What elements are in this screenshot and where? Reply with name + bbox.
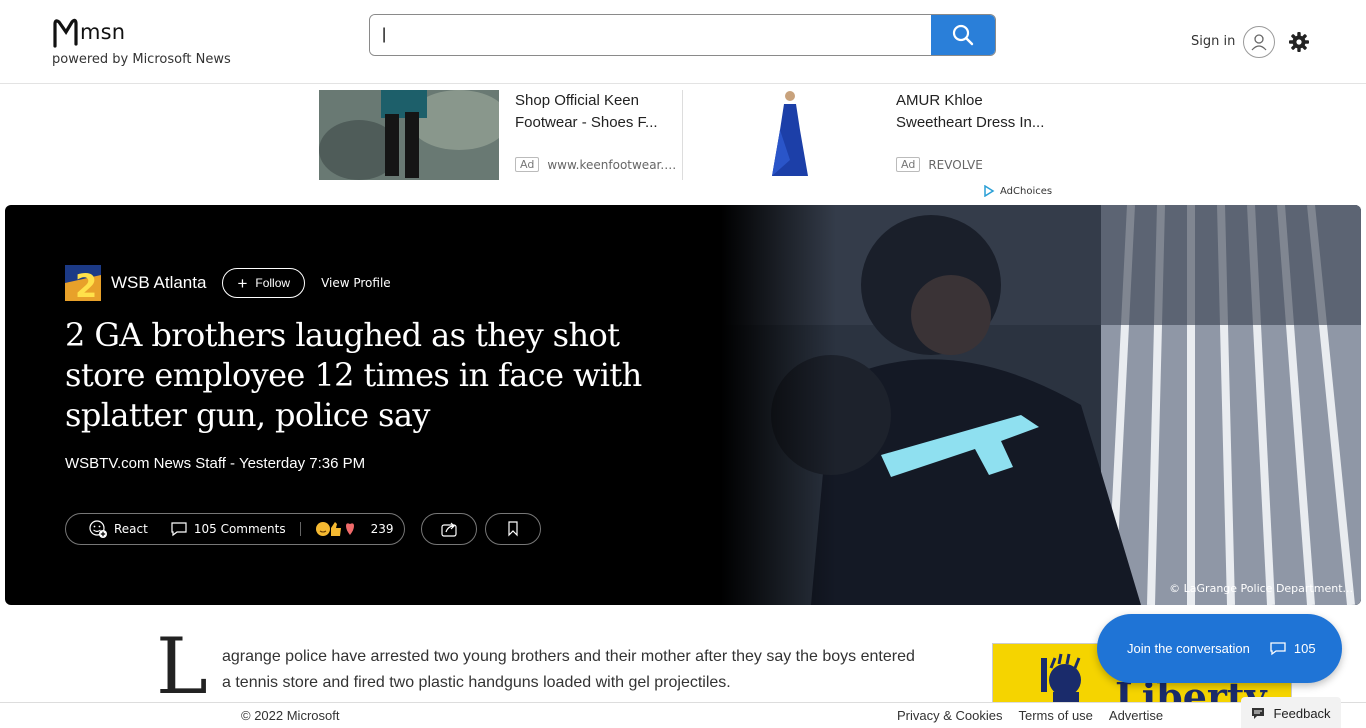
engagement-bar: React 105 Comments 239: [65, 513, 405, 545]
view-profile-link[interactable]: View Profile: [321, 276, 391, 290]
adchoices-link[interactable]: AdChoices: [983, 185, 1052, 197]
account-button[interactable]: [1243, 26, 1275, 58]
publisher-name[interactable]: WSB Atlanta: [111, 273, 206, 293]
brand-subtitle: powered by Microsoft News: [52, 52, 231, 67]
join-conversation-button[interactable]: Join the conversation 105: [1097, 614, 1342, 683]
ad-badge: Ad: [896, 157, 921, 172]
copyright: © 2022 Microsoft: [241, 708, 340, 723]
photo-credit: © LaGrange Police Department...: [1169, 582, 1353, 595]
ad-meta: Ad www.keenfootwear.…: [515, 157, 676, 172]
brand-name: msn: [80, 20, 126, 44]
search-button[interactable]: [931, 15, 995, 55]
follow-label: Follow: [255, 276, 291, 290]
react-smiley-icon: [89, 520, 107, 538]
join-count: 105: [1270, 641, 1316, 656]
bookmark-icon: [508, 521, 518, 537]
msn-logo-icon: [53, 18, 78, 48]
ad-card-keen[interactable]: Shop Official Keen Footwear - Shoes F...…: [319, 90, 683, 180]
comment-icon: [1270, 641, 1286, 655]
adchoices-icon: [984, 185, 995, 197]
share-icon: [441, 522, 457, 537]
top-header: msn powered by Microsoft News Sign in: [0, 0, 1366, 84]
react-label: React: [114, 522, 148, 536]
publisher-row: 2 WSB Atlanta + Follow View Profile: [65, 265, 391, 301]
feedback-label: Feedback: [1273, 705, 1331, 721]
reactions-summary[interactable]: 239: [315, 520, 394, 538]
search-icon: [952, 24, 974, 46]
article-hero: 2 WSB Atlanta + Follow View Profile 2 GA…: [5, 205, 1361, 605]
settings-gear-icon[interactable]: [1288, 31, 1310, 53]
divider: [299, 522, 301, 536]
reactions-count: 239: [370, 522, 394, 536]
ad-title: Shop Official Keen Footwear - Shoes F...: [515, 92, 658, 131]
join-count-value: 105: [1293, 641, 1316, 656]
ad-badge: Ad: [515, 157, 540, 172]
join-label: Join the conversation: [1127, 641, 1250, 656]
footer-links: Privacy & Cookies Terms of use Advertise: [897, 708, 1179, 723]
ad-source: REVOLVE: [928, 157, 983, 172]
plus-icon: +: [237, 273, 248, 293]
advertise-link[interactable]: Advertise: [1109, 708, 1163, 723]
comment-icon: [171, 522, 187, 537]
drop-cap: L: [156, 622, 208, 712]
follow-button[interactable]: + Follow: [222, 268, 306, 298]
comments-button[interactable]: 105 Comments: [170, 521, 286, 537]
ad-source: www.keenfootwear.…: [547, 157, 677, 172]
user-icon: [1251, 34, 1267, 51]
feedback-button[interactable]: Feedback: [1241, 697, 1341, 728]
ad-image-boots: [319, 90, 499, 180]
svg-text:2: 2: [75, 267, 97, 301]
terms-link[interactable]: Terms of use: [1018, 708, 1092, 723]
save-button[interactable]: [485, 513, 541, 545]
article-body: agrange police have arrested two young b…: [222, 648, 915, 691]
sign-in-link[interactable]: Sign in: [1191, 34, 1235, 49]
brand[interactable]: msn powered by Microsoft News: [52, 16, 231, 67]
reaction-emojis-icon: [315, 522, 354, 536]
hero-photo[interactable]: [721, 205, 1361, 605]
share-button[interactable]: [421, 513, 477, 545]
search-bar: [369, 14, 996, 56]
wsb-logo-icon[interactable]: 2: [65, 265, 101, 301]
ad-title: AMUR Khloe Sweetheart Dress In...: [896, 92, 1045, 131]
footer: © 2022 Microsoft Privacy & Cookies Terms…: [0, 697, 1366, 728]
adchoices-label: AdChoices: [1000, 185, 1053, 197]
react-button[interactable]: React: [88, 519, 148, 539]
ad-meta: Ad REVOLVE: [896, 157, 983, 172]
msn-article-page: msn powered by Microsoft News Sign in: [0, 0, 1366, 728]
article-byline: WSBTV.com News Staff - Yesterday 7:36 PM: [65, 455, 366, 472]
feedback-icon: [1252, 708, 1265, 719]
article-headline: 2 GA brothers laughed as they shot store…: [65, 316, 642, 434]
search-input[interactable]: [370, 15, 931, 55]
ad-card-revolve[interactable]: AMUR Khloe Sweetheart Dress In... Ad REV…: [700, 90, 1060, 180]
privacy-link[interactable]: Privacy & Cookies: [897, 708, 1002, 723]
ad-image-dress: [700, 90, 880, 180]
comments-label: 105 Comments: [193, 522, 286, 536]
